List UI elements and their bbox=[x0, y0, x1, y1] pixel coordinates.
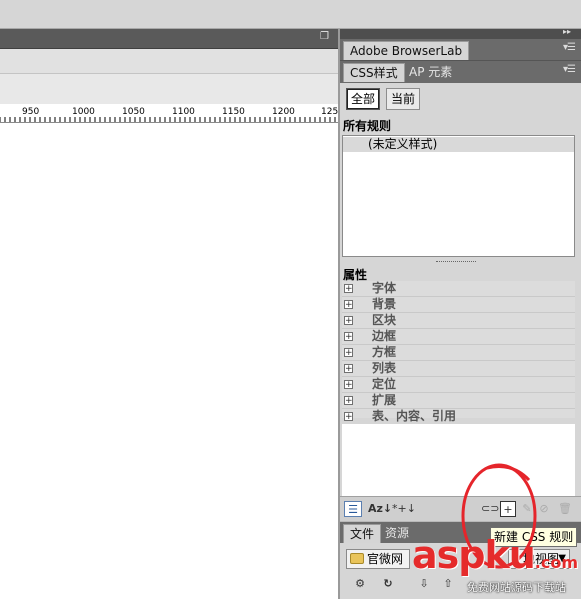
browserlab-tabbar: Adobe BrowserLab ▾☰ bbox=[340, 39, 581, 61]
property-label: 方框 bbox=[372, 345, 397, 359]
panel-menu-icon[interactable]: ▾☰ bbox=[563, 43, 576, 53]
document-subtoolbar bbox=[0, 74, 338, 105]
ruler-label: 950 bbox=[22, 107, 39, 117]
expand-icon[interactable]: + bbox=[344, 332, 353, 342]
property-label: 表、内容、引用 bbox=[372, 409, 457, 423]
connect-icon[interactable]: ⚙ bbox=[352, 576, 368, 592]
property-row-list[interactable]: + 列表 bbox=[342, 361, 575, 377]
watermark-subtitle: 免费网站源码下载站 bbox=[467, 581, 566, 594]
folder-icon bbox=[350, 553, 364, 564]
rules-list: (未定义样式) bbox=[342, 135, 575, 257]
property-row-extensions[interactable]: + 扩展 bbox=[342, 393, 575, 409]
design-canvas[interactable] bbox=[0, 123, 338, 599]
css-tabbar: CSS样式 AP 元素 ▾☰ bbox=[340, 61, 581, 83]
site-select-label: 官微网 bbox=[367, 552, 404, 566]
property-label: 区块 bbox=[372, 313, 397, 327]
panel-menu-icon[interactable]: ▾☰ bbox=[563, 65, 576, 75]
ruler-label: 1200 bbox=[272, 107, 295, 117]
rule-item[interactable]: (未定义样式) bbox=[343, 137, 574, 152]
expand-icon[interactable]: + bbox=[344, 396, 353, 406]
property-categories: + 字体 + 背景 + 区块 + 边框 + 方框 + 列表 + 定位 + 扩展 + 表、内容、引用 bbox=[342, 281, 575, 425]
expand-icon[interactable]: + bbox=[344, 412, 353, 422]
splitter-grip[interactable] bbox=[436, 261, 476, 264]
tab-files[interactable]: 文件 bbox=[343, 524, 382, 543]
tab-ap-elements[interactable]: AP 元素 bbox=[403, 63, 458, 82]
all-mode-button[interactable]: 全部 bbox=[346, 88, 381, 110]
property-label: 字体 bbox=[372, 281, 397, 295]
ruler-ticks: 950 1000 1050 1100 1150 1200 125 bbox=[0, 107, 338, 122]
property-row-block[interactable]: + 区块 bbox=[342, 313, 575, 329]
document-toolbar bbox=[0, 49, 338, 74]
property-label: 边框 bbox=[372, 329, 397, 343]
expand-icon[interactable]: + bbox=[344, 364, 353, 374]
property-row-border[interactable]: + 边框 bbox=[342, 329, 575, 345]
property-label: 定位 bbox=[372, 377, 397, 391]
az-sort-icon[interactable]: Az↓ bbox=[368, 501, 392, 517]
document-titlebar: ❐ bbox=[0, 29, 338, 49]
ruler-label: 1000 bbox=[72, 107, 95, 117]
expand-icon[interactable]: + bbox=[344, 284, 353, 294]
set-properties-icon[interactable]: *+↓ bbox=[392, 501, 416, 517]
tab-css-styles[interactable]: CSS样式 bbox=[343, 63, 405, 82]
expand-icon[interactable]: + bbox=[344, 316, 353, 326]
collapse-arrows-icon[interactable]: ▸▸ bbox=[563, 27, 571, 36]
all-rules-header: 所有规则 bbox=[343, 119, 392, 133]
ruler-label: 1100 bbox=[172, 107, 195, 117]
refresh-icon[interactable]: ↻ bbox=[380, 576, 396, 592]
expand-icon[interactable]: + bbox=[344, 380, 353, 390]
property-label: 列表 bbox=[372, 361, 397, 375]
property-label: 背景 bbox=[372, 297, 397, 311]
property-row-font[interactable]: + 字体 bbox=[342, 281, 575, 297]
watermark-text: aspku.com bbox=[412, 533, 579, 577]
ruler-label: 1150 bbox=[222, 107, 245, 117]
property-row-box[interactable]: + 方框 bbox=[342, 345, 575, 361]
tab-browserlab[interactable]: Adobe BrowserLab bbox=[343, 41, 470, 60]
property-row-positioning[interactable]: + 定位 bbox=[342, 377, 575, 393]
property-label: 扩展 bbox=[372, 393, 397, 407]
property-row-table-content-quotes[interactable]: + 表、内容、引用 bbox=[342, 409, 575, 425]
current-mode-button[interactable]: 当前 bbox=[386, 88, 421, 110]
css-styles-panel: 全部 当前 所有规则 (未定义样式) 属性 + 字体 + 背景 + 区块 + 边框 + 方… bbox=[340, 83, 581, 521]
site-select[interactable]: 官微网 bbox=[346, 549, 410, 569]
list-view-icon[interactable]: ☰ bbox=[344, 501, 362, 517]
restore-window-icon[interactable]: ❐ bbox=[320, 32, 330, 42]
top-strip bbox=[0, 0, 581, 29]
tab-assets[interactable]: 资源 bbox=[379, 524, 415, 543]
panel-dock-header: ▸▸ bbox=[340, 27, 581, 39]
horizontal-ruler: 950 1000 1050 1100 1150 1200 125 bbox=[0, 104, 338, 123]
ruler-label: 125 bbox=[321, 107, 338, 117]
ruler-label: 1050 bbox=[122, 107, 145, 117]
expand-icon[interactable]: + bbox=[344, 348, 353, 358]
watermark-logo: aspku.com 免费网站源码下载站 bbox=[412, 535, 581, 599]
property-row-background[interactable]: + 背景 bbox=[342, 297, 575, 313]
panel-splitter[interactable] bbox=[340, 259, 581, 265]
expand-icon[interactable]: + bbox=[344, 300, 353, 310]
trash-icon[interactable]: 🗑 bbox=[558, 501, 572, 517]
